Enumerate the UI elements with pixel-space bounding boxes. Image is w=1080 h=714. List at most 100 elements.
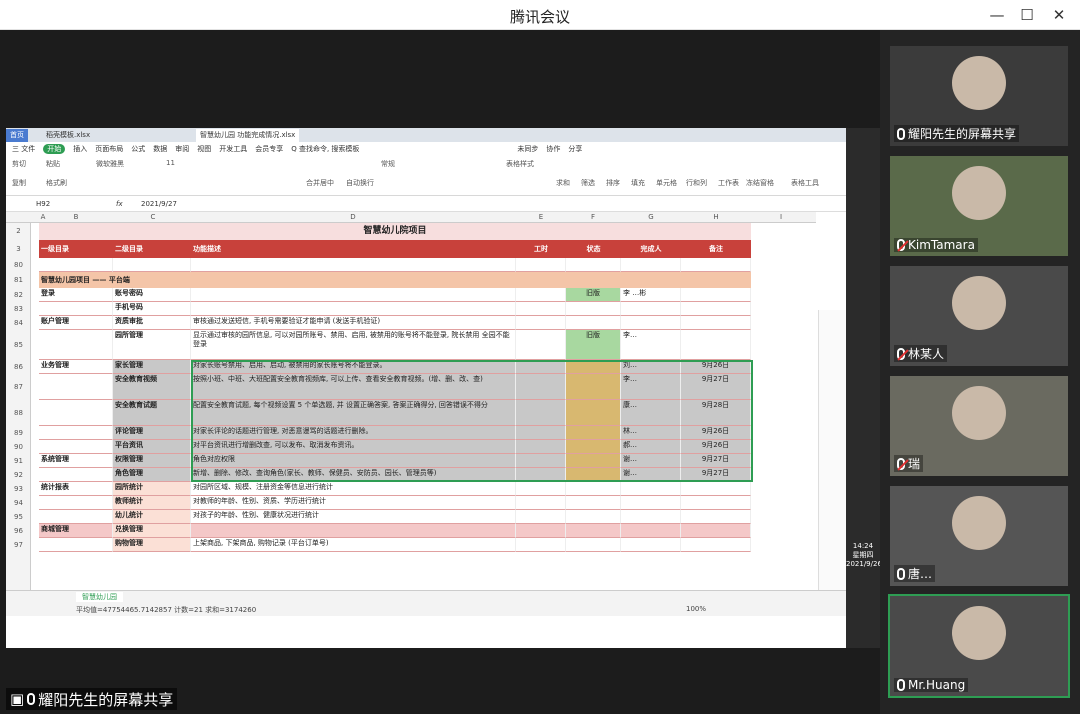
cell-g[interactable] — [681, 330, 751, 360]
format-painter-button[interactable]: 格式刷 — [46, 178, 67, 188]
column-header[interactable]: F — [578, 212, 608, 223]
row-number[interactable]: 96 — [6, 524, 31, 538]
cell-c[interactable] — [191, 302, 516, 316]
cell-f[interactable] — [621, 538, 681, 552]
cell-c[interactable]: 对园所区域、规模、注册资金等信息进行统计 — [191, 482, 516, 496]
cell-b[interactable]: 安全教育试题 — [113, 400, 191, 426]
cell-f[interactable]: 刘… — [621, 360, 681, 374]
cell-g[interactable] — [681, 482, 751, 496]
freeze-panes-button[interactable]: 冻结窗格 — [746, 178, 774, 188]
participant-tile[interactable]: 耀阳先生的屏幕共享 — [890, 46, 1068, 146]
cell-e[interactable]: 旧版 — [566, 330, 621, 360]
cell-f[interactable]: 李 …彬 — [621, 288, 681, 302]
paste-button[interactable]: 粘贴 — [46, 159, 60, 169]
cell-c[interactable] — [191, 524, 516, 538]
cell-c[interactable]: 对家长评论的话题进行管理, 对恶意谩骂的话题进行删除。 — [191, 426, 516, 440]
column-title[interactable]: 备注 — [681, 240, 751, 258]
participant-tile[interactable]: KimTamara — [890, 156, 1068, 256]
table-style-button[interactable]: 表格样式 — [506, 159, 534, 169]
cell-g[interactable]: 9月26日 — [681, 426, 751, 440]
cell-e[interactable] — [566, 374, 621, 400]
cell-a[interactable] — [39, 400, 113, 426]
cell-b[interactable]: 资质审批 — [113, 316, 191, 330]
cell-g[interactable]: 9月27日 — [681, 374, 751, 400]
cell-f[interactable]: 谢… — [621, 468, 681, 482]
cell-f[interactable]: 郝… — [621, 440, 681, 454]
filter-button[interactable]: 筛选 — [581, 178, 595, 188]
fx-icon[interactable]: fx — [116, 200, 123, 208]
cell-g[interactable] — [681, 538, 751, 552]
cell-c[interactable]: 配置安全教育试题, 每个视频设置 5 个单选题, 并 设置正确答案, 答案正确得… — [191, 400, 516, 426]
cell-a[interactable] — [39, 440, 113, 454]
cell-b[interactable]: 家长管理 — [113, 360, 191, 374]
cell-b[interactable]: 手机号码 — [113, 302, 191, 316]
column-header[interactable]: E — [526, 212, 556, 223]
cell-a[interactable] — [39, 468, 113, 482]
row-number[interactable]: 82 — [6, 288, 31, 302]
cell-b[interactable]: 评论管理 — [113, 426, 191, 440]
cell-d[interactable] — [516, 510, 566, 524]
cell-g[interactable]: 9月27日 — [681, 468, 751, 482]
cell-e[interactable] — [566, 316, 621, 330]
cell-e[interactable] — [566, 482, 621, 496]
cell-d[interactable] — [516, 258, 566, 272]
row-number[interactable]: 83 — [6, 302, 31, 316]
column-header[interactable]: C — [138, 212, 168, 223]
cell-a[interactable]: 业务管理 — [39, 360, 113, 374]
row-number[interactable]: 89 — [6, 426, 31, 440]
cell-e[interactable] — [566, 510, 621, 524]
tab-active-file[interactable]: 智慧幼儿园 功能完成情况.xlsx — [196, 129, 300, 142]
cell-b[interactable]: 购物管理 — [113, 538, 191, 552]
cell-f[interactable] — [621, 524, 681, 538]
cell-d[interactable] — [516, 440, 566, 454]
column-header[interactable]: I — [766, 212, 796, 223]
cell-e[interactable] — [566, 538, 621, 552]
cell-e[interactable] — [566, 440, 621, 454]
menu-layout[interactable]: 页面布局 — [95, 144, 123, 154]
row-number[interactable]: 93 — [6, 482, 31, 496]
cell-c[interactable]: 对家长账号禁用、启用、启动, 被禁用的家长账号将不能登录。 — [191, 360, 516, 374]
cell-g[interactable]: 9月26日 — [681, 440, 751, 454]
cell-a[interactable] — [39, 302, 113, 316]
cell-button[interactable]: 单元格 — [656, 178, 677, 188]
menu-dev[interactable]: 开发工具 — [219, 144, 247, 154]
cell-g[interactable] — [681, 524, 751, 538]
cell-b[interactable]: 兑换管理 — [113, 524, 191, 538]
cell-b[interactable]: 园所管理 — [113, 330, 191, 360]
zoom-level[interactable]: 100% — [686, 605, 706, 613]
cell-a[interactable]: 账户管理 — [39, 316, 113, 330]
cell-d[interactable] — [516, 302, 566, 316]
participant-tile[interactable]: 唐… — [890, 486, 1068, 586]
row-number[interactable]: 81 — [6, 272, 31, 288]
cell-c[interactable]: 按照小班、中班、大班配置安全教育视频库, 可以上传、查看安全教育视频。(增、删、… — [191, 374, 516, 400]
cell-g[interactable]: 9月27日 — [681, 454, 751, 468]
sync-status[interactable]: 未同步 — [517, 144, 538, 154]
sum-button[interactable]: 求和 — [556, 178, 570, 188]
cell-a[interactable] — [39, 496, 113, 510]
menu-file[interactable]: 三 文件 — [12, 144, 35, 154]
close-icon[interactable]: ✕ — [1044, 3, 1074, 27]
column-header[interactable]: G — [636, 212, 666, 223]
cell-c[interactable]: 对孩子的年龄、性别、健康状况进行统计 — [191, 510, 516, 524]
row-number[interactable]: 85 — [6, 330, 31, 360]
share-button[interactable]: 分享 — [568, 144, 582, 154]
cell-f[interactable] — [621, 510, 681, 524]
cell-d[interactable] — [516, 482, 566, 496]
menu-view[interactable]: 视图 — [197, 144, 211, 154]
cell-g[interactable] — [681, 510, 751, 524]
cell-b[interactable]: 幼儿统计 — [113, 510, 191, 524]
cut-button[interactable]: 剪切 — [12, 159, 26, 169]
row-number[interactable]: 3 — [6, 240, 31, 258]
column-header[interactable]: H — [701, 212, 731, 223]
cell-d[interactable] — [516, 538, 566, 552]
cell-b[interactable]: 角色管理 — [113, 468, 191, 482]
cell-a[interactable] — [39, 510, 113, 524]
cell-d[interactable] — [516, 360, 566, 374]
row-number[interactable]: 91 — [6, 454, 31, 468]
name-box[interactable]: H92 — [36, 200, 50, 208]
table-tools-button[interactable]: 表格工具 — [791, 178, 819, 188]
row-number[interactable]: 97 — [6, 538, 31, 552]
cell-a[interactable]: 商城管理 — [39, 524, 113, 538]
cell-c[interactable]: 对平台资讯进行增删改查, 可以发布、取消发布资讯。 — [191, 440, 516, 454]
worksheet-button[interactable]: 工作表 — [718, 178, 739, 188]
